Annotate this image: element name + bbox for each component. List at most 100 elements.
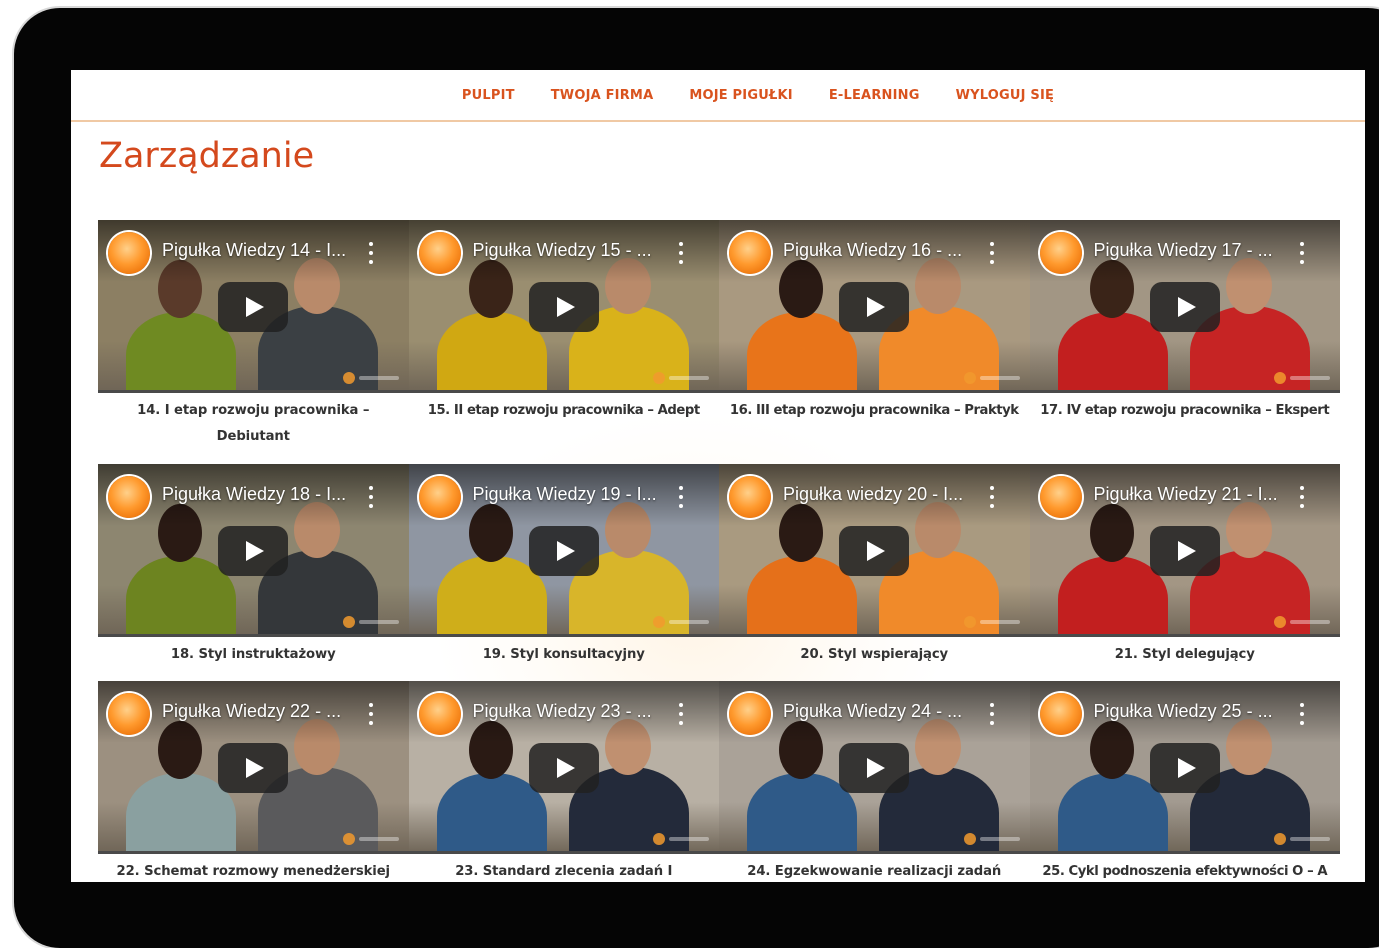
video-caption: 15. II etap rozwoju pracownika – Adept	[427, 403, 700, 418]
video-caption: 21. Styl delegujący	[1114, 647, 1255, 662]
kebab-menu-icon[interactable]	[984, 486, 1000, 508]
channel-logo-icon[interactable]	[108, 693, 150, 735]
channel-logo-icon[interactable]	[729, 232, 771, 274]
video-row-2: Pigułka Wiedzy 18 - I... 18. Styl instruk…	[98, 464, 1340, 668]
youtube-play-icon[interactable]	[218, 282, 288, 332]
video-watermark-icon	[963, 371, 1024, 385]
kebab-menu-icon[interactable]	[673, 486, 689, 508]
video-row-3: Pigułka Wiedzy 22 - ... 22. Schemat rozmo…	[98, 681, 1340, 882]
device-frame: PULPIT TWOJA FIRMA MOJE PIGUŁKI E-LEARNI…	[14, 8, 1379, 948]
video-caption: 23. Standard zlecenia zadań I	[455, 864, 673, 879]
video-caption: 18. Styl instruktażowy	[170, 647, 336, 662]
video-title[interactable]: Pigułka Wiedzy 23 - ...	[473, 701, 652, 722]
video-title[interactable]: Pigułka Wiedzy 22 - ...	[162, 701, 341, 722]
video-embed[interactable]: Pigułka Wiedzy 15 - ...	[408, 220, 719, 393]
channel-logo-icon[interactable]	[418, 232, 461, 274]
video-embed[interactable]: Pigułka Wiedzy 22 - ...	[98, 681, 409, 854]
kebab-menu-icon[interactable]	[673, 242, 689, 264]
kebab-menu-icon[interactable]	[363, 242, 379, 264]
video-embed[interactable]: Pigułka Wiedzy 23 - ...	[408, 681, 719, 854]
video-watermark-icon	[342, 832, 403, 846]
youtube-play-icon[interactable]	[528, 526, 599, 576]
nav-item-e-learning[interactable]: E-LEARNING	[829, 88, 920, 103]
video-card: Pigułka Wiedzy 18 - I... 18. Styl instruk…	[98, 464, 409, 668]
video-caption: 22. Schemat rozmowy menedżerskiej	[116, 864, 391, 879]
youtube-play-icon[interactable]	[839, 526, 909, 576]
video-embed[interactable]: Pigułka Wiedzy 24 - ...	[719, 681, 1030, 854]
video-watermark-icon	[342, 371, 403, 385]
video-embed[interactable]: Pigułka Wiedzy 19 - I...	[408, 464, 719, 637]
channel-logo-icon[interactable]	[1039, 693, 1082, 735]
video-title[interactable]: Pigułka Wiedzy 17 - ...	[1094, 240, 1273, 261]
video-watermark-icon	[653, 615, 713, 629]
video-watermark-icon	[1274, 615, 1334, 629]
channel-logo-icon[interactable]	[418, 476, 461, 518]
video-title[interactable]: Pigułka Wiedzy 19 - I...	[473, 484, 657, 505]
kebab-menu-icon[interactable]	[1294, 486, 1310, 508]
kebab-menu-icon[interactable]	[363, 486, 379, 508]
video-watermark-icon	[653, 371, 713, 385]
browser-viewport: PULPIT TWOJA FIRMA MOJE PIGUŁKI E-LEARNI…	[71, 70, 1365, 882]
video-watermark-icon	[342, 615, 403, 629]
video-title[interactable]: Pigułka Wiedzy 25 - ...	[1094, 701, 1273, 722]
youtube-play-icon[interactable]	[218, 743, 288, 793]
video-watermark-icon	[653, 832, 713, 846]
video-card: Pigułka Wiedzy 21 - I... 21. Styl deleguj…	[1029, 464, 1340, 668]
video-embed[interactable]: Pigułka Wiedzy 21 - I...	[1029, 464, 1340, 637]
kebab-menu-icon[interactable]	[984, 703, 1000, 725]
video-embed[interactable]: Pigułka Wiedzy 17 - ...	[1029, 220, 1340, 393]
video-watermark-icon	[963, 832, 1024, 846]
video-title[interactable]: Pigułka wiedzy 20 - I...	[783, 484, 963, 505]
youtube-play-icon[interactable]	[839, 282, 909, 332]
video-title[interactable]: Pigułka Wiedzy 14 - I...	[162, 240, 346, 261]
youtube-play-icon[interactable]	[1149, 282, 1220, 332]
video-caption: 17. IV etap rozwoju pracownika – Ekspert	[1040, 403, 1330, 418]
youtube-play-icon[interactable]	[528, 743, 599, 793]
video-card: Pigułka Wiedzy 14 - I... 14. I etap rozwo…	[98, 220, 409, 450]
video-caption: 20. Styl wspierający	[800, 647, 949, 662]
video-title[interactable]: Pigułka Wiedzy 16 - ...	[783, 240, 962, 261]
channel-logo-icon[interactable]	[418, 693, 461, 735]
video-card: Pigułka Wiedzy 19 - I... 19. Styl konsult…	[408, 464, 719, 668]
video-title[interactable]: Pigułka Wiedzy 18 - I...	[162, 484, 346, 505]
video-watermark-icon	[963, 615, 1024, 629]
video-title[interactable]: Pigułka Wiedzy 24 - ...	[783, 701, 962, 722]
video-watermark-icon	[1274, 832, 1334, 846]
youtube-play-icon[interactable]	[1149, 743, 1220, 793]
channel-logo-icon[interactable]	[1039, 476, 1082, 518]
video-embed[interactable]: Pigułka Wiedzy 18 - I...	[98, 464, 409, 637]
youtube-play-icon[interactable]	[839, 743, 909, 793]
video-embed[interactable]: Pigułka Wiedzy 25 - ...	[1029, 681, 1340, 854]
video-card: Pigułka wiedzy 20 - I... 20. Styl wspiera…	[719, 464, 1030, 668]
nav-item-twoja-firma[interactable]: TWOJA FIRMA	[551, 88, 654, 103]
channel-logo-icon[interactable]	[1039, 232, 1082, 274]
kebab-menu-icon[interactable]	[363, 703, 379, 725]
kebab-menu-icon[interactable]	[984, 242, 1000, 264]
video-watermark-icon	[1274, 371, 1334, 385]
video-card: Pigułka Wiedzy 16 - ... 16. III etap rozw…	[719, 220, 1030, 450]
video-title[interactable]: Pigułka Wiedzy 21 - I...	[1094, 484, 1278, 505]
video-card: Pigułka Wiedzy 15 - ... 15. II etap rozwo…	[408, 220, 719, 450]
kebab-menu-icon[interactable]	[1294, 242, 1310, 264]
kebab-menu-icon[interactable]	[1294, 703, 1310, 725]
video-embed[interactable]: Pigułka wiedzy 20 - I...	[719, 464, 1030, 637]
video-embed[interactable]: Pigułka Wiedzy 16 - ...	[719, 220, 1030, 393]
channel-logo-icon[interactable]	[729, 693, 771, 735]
kebab-menu-icon[interactable]	[673, 703, 689, 725]
video-embed[interactable]: Pigułka Wiedzy 14 - I...	[98, 220, 409, 393]
video-card: Pigułka Wiedzy 25 - ... 25. Cykl podnosze…	[1029, 681, 1340, 882]
nav-item-pulpit[interactable]: PULPIT	[462, 88, 515, 103]
youtube-play-icon[interactable]	[1149, 526, 1220, 576]
channel-logo-icon[interactable]	[108, 232, 150, 274]
video-caption: 25. Cykl podnoszenia efektywności O – A	[1042, 864, 1328, 879]
youtube-play-icon[interactable]	[218, 526, 288, 576]
video-title[interactable]: Pigułka Wiedzy 15 - ...	[473, 240, 652, 261]
channel-logo-icon[interactable]	[108, 476, 150, 518]
youtube-play-icon[interactable]	[528, 282, 599, 332]
video-caption: 24. Egzekwowanie realizacji zadań	[747, 864, 1002, 879]
video-card: Pigułka Wiedzy 22 - ... 22. Schemat rozmo…	[98, 681, 409, 882]
nav-item-moje-pigulki[interactable]: MOJE PIGUŁKI	[689, 88, 792, 103]
nav-item-wyloguj-sie[interactable]: WYLOGUJ SIĘ	[956, 88, 1055, 103]
channel-logo-icon[interactable]	[729, 476, 771, 518]
video-card: Pigułka Wiedzy 23 - ... 23. Standard zlec…	[408, 681, 719, 882]
